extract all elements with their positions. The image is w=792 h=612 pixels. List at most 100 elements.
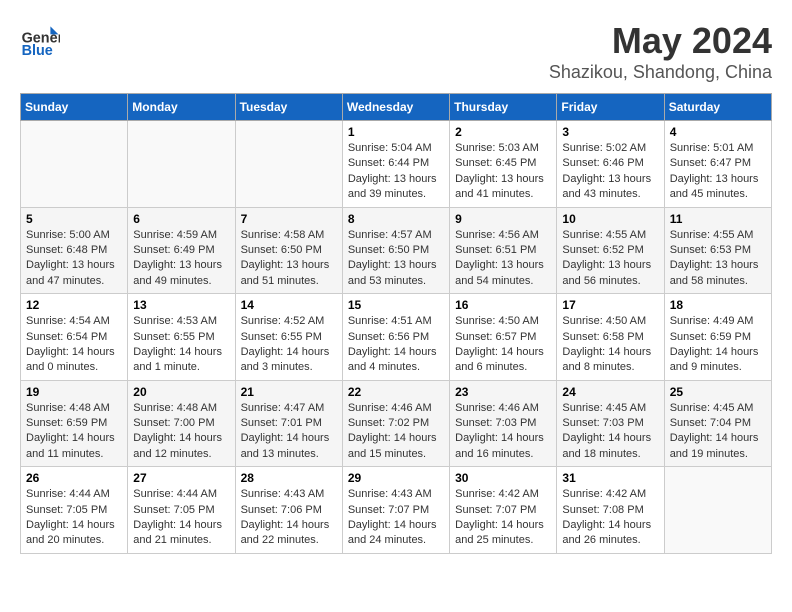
day-info: Sunrise: 4:48 AM Sunset: 7:00 PM Dayligh… xyxy=(133,401,229,463)
day-info: Sunrise: 4:46 AM Sunset: 7:03 PM Dayligh… xyxy=(455,401,551,463)
day-number: 5 xyxy=(26,212,122,226)
day-number: 21 xyxy=(241,385,337,399)
day-number: 15 xyxy=(348,298,444,312)
calendar-cell xyxy=(128,121,235,208)
day-of-week-header: Wednesday xyxy=(342,94,449,121)
day-number: 3 xyxy=(562,125,658,139)
day-info: Sunrise: 4:44 AM Sunset: 7:05 PM Dayligh… xyxy=(133,487,229,549)
day-of-week-header: Thursday xyxy=(450,94,557,121)
day-number: 26 xyxy=(26,471,122,485)
calendar-cell: 12 Sunrise: 4:54 AM Sunset: 6:54 PM Dayli… xyxy=(21,294,128,381)
calendar-cell: 29 Sunrise: 4:43 AM Sunset: 7:07 PM Dayli… xyxy=(342,467,449,554)
day-info: Sunrise: 4:54 AM Sunset: 6:54 PM Dayligh… xyxy=(26,314,122,376)
day-number: 23 xyxy=(455,385,551,399)
calendar-cell xyxy=(664,467,771,554)
day-info: Sunrise: 4:49 AM Sunset: 6:59 PM Dayligh… xyxy=(670,314,766,376)
day-info: Sunrise: 4:42 AM Sunset: 7:08 PM Dayligh… xyxy=(562,487,658,549)
day-info: Sunrise: 4:42 AM Sunset: 7:07 PM Dayligh… xyxy=(455,487,551,549)
day-number: 30 xyxy=(455,471,551,485)
day-number: 1 xyxy=(348,125,444,139)
calendar-week-row: 5 Sunrise: 5:00 AM Sunset: 6:48 PM Daylig… xyxy=(21,207,772,294)
day-number: 22 xyxy=(348,385,444,399)
svg-text:Blue: Blue xyxy=(22,43,53,59)
day-number: 8 xyxy=(348,212,444,226)
calendar-cell: 18 Sunrise: 4:49 AM Sunset: 6:59 PM Dayli… xyxy=(664,294,771,381)
day-number: 6 xyxy=(133,212,229,226)
calendar-cell: 22 Sunrise: 4:46 AM Sunset: 7:02 PM Dayli… xyxy=(342,380,449,467)
calendar-cell xyxy=(235,121,342,208)
day-number: 16 xyxy=(455,298,551,312)
days-of-week-row: SundayMondayTuesdayWednesdayThursdayFrid… xyxy=(21,94,772,121)
day-number: 29 xyxy=(348,471,444,485)
day-number: 12 xyxy=(26,298,122,312)
calendar-cell: 14Sunrise: 4:52 AM Sunset: 6:55 PM Dayli… xyxy=(235,294,342,381)
day-info: Sunrise: 4:47 AM Sunset: 7:01 PM Dayligh… xyxy=(241,401,337,463)
calendar-body: 1Sunrise: 5:04 AM Sunset: 6:44 PM Daylig… xyxy=(21,121,772,554)
calendar-week-row: 19Sunrise: 4:48 AM Sunset: 6:59 PM Dayli… xyxy=(21,380,772,467)
calendar-cell: 16 Sunrise: 4:50 AM Sunset: 6:57 PM Dayli… xyxy=(450,294,557,381)
day-info: Sunrise: 4:43 AM Sunset: 7:06 PM Dayligh… xyxy=(241,487,337,549)
calendar-cell: 25 Sunrise: 4:45 AM Sunset: 7:04 PM Dayli… xyxy=(664,380,771,467)
day-number: 31 xyxy=(562,471,658,485)
calendar-cell: 19Sunrise: 4:48 AM Sunset: 6:59 PM Dayli… xyxy=(21,380,128,467)
calendar-cell: 2Sunrise: 5:03 AM Sunset: 6:45 PM Daylig… xyxy=(450,121,557,208)
calendar-cell: 4Sunrise: 5:01 AM Sunset: 6:47 PM Daylig… xyxy=(664,121,771,208)
page-header: General Blue May 2024 Shazikou, Shandong… xyxy=(20,20,772,83)
day-info: Sunrise: 4:50 AM Sunset: 6:58 PM Dayligh… xyxy=(562,314,658,376)
day-number: 24 xyxy=(562,385,658,399)
logo: General Blue xyxy=(20,20,64,60)
day-info: Sunrise: 4:50 AM Sunset: 6:57 PM Dayligh… xyxy=(455,314,551,376)
calendar-cell: 11 Sunrise: 4:55 AM Sunset: 6:53 PM Dayli… xyxy=(664,207,771,294)
day-number: 17 xyxy=(562,298,658,312)
day-number: 11 xyxy=(670,212,766,226)
calendar-cell: 17 Sunrise: 4:50 AM Sunset: 6:58 PM Dayli… xyxy=(557,294,664,381)
day-info: Sunrise: 4:44 AM Sunset: 7:05 PM Dayligh… xyxy=(26,487,122,549)
day-number: 13 xyxy=(133,298,229,312)
calendar-cell: 24Sunrise: 4:45 AM Sunset: 7:03 PM Dayli… xyxy=(557,380,664,467)
calendar-cell: 28 Sunrise: 4:43 AM Sunset: 7:06 PM Dayli… xyxy=(235,467,342,554)
calendar-table: SundayMondayTuesdayWednesdayThursdayFrid… xyxy=(20,93,772,554)
day-info: Sunrise: 4:58 AM Sunset: 6:50 PM Dayligh… xyxy=(241,228,337,290)
day-number: 10 xyxy=(562,212,658,226)
day-info: Sunrise: 4:51 AM Sunset: 6:56 PM Dayligh… xyxy=(348,314,444,376)
day-info: Sunrise: 4:53 AM Sunset: 6:55 PM Dayligh… xyxy=(133,314,229,376)
day-number: 9 xyxy=(455,212,551,226)
calendar-cell: 13 Sunrise: 4:53 AM Sunset: 6:55 PM Dayli… xyxy=(128,294,235,381)
main-title: May 2024 xyxy=(549,20,772,62)
calendar-cell: 20 Sunrise: 4:48 AM Sunset: 7:00 PM Dayli… xyxy=(128,380,235,467)
day-of-week-header: Saturday xyxy=(664,94,771,121)
day-info: Sunrise: 4:56 AM Sunset: 6:51 PM Dayligh… xyxy=(455,228,551,290)
calendar-week-row: 26 Sunrise: 4:44 AM Sunset: 7:05 PM Dayli… xyxy=(21,467,772,554)
day-info: Sunrise: 5:02 AM Sunset: 6:46 PM Dayligh… xyxy=(562,141,658,203)
sub-title: Shazikou, Shandong, China xyxy=(549,62,772,83)
day-of-week-header: Monday xyxy=(128,94,235,121)
day-info: Sunrise: 4:48 AM Sunset: 6:59 PM Dayligh… xyxy=(26,401,122,463)
calendar-cell: 31 Sunrise: 4:42 AM Sunset: 7:08 PM Dayli… xyxy=(557,467,664,554)
calendar-cell: 15 Sunrise: 4:51 AM Sunset: 6:56 PM Dayli… xyxy=(342,294,449,381)
day-number: 14 xyxy=(241,298,337,312)
calendar-cell: 6Sunrise: 4:59 AM Sunset: 6:49 PM Daylig… xyxy=(128,207,235,294)
day-number: 20 xyxy=(133,385,229,399)
day-info: Sunrise: 4:55 AM Sunset: 6:53 PM Dayligh… xyxy=(670,228,766,290)
logo-icon: General Blue xyxy=(20,20,60,60)
calendar-cell: 8 Sunrise: 4:57 AM Sunset: 6:50 PM Daylig… xyxy=(342,207,449,294)
day-number: 18 xyxy=(670,298,766,312)
day-info: Sunrise: 4:46 AM Sunset: 7:02 PM Dayligh… xyxy=(348,401,444,463)
day-of-week-header: Tuesday xyxy=(235,94,342,121)
title-block: May 2024 Shazikou, Shandong, China xyxy=(549,20,772,83)
day-number: 7 xyxy=(241,212,337,226)
calendar-cell: 9 Sunrise: 4:56 AM Sunset: 6:51 PM Daylig… xyxy=(450,207,557,294)
calendar-cell xyxy=(21,121,128,208)
day-number: 28 xyxy=(241,471,337,485)
calendar-cell: 23 Sunrise: 4:46 AM Sunset: 7:03 PM Dayli… xyxy=(450,380,557,467)
day-info: Sunrise: 5:01 AM Sunset: 6:47 PM Dayligh… xyxy=(670,141,766,203)
calendar-week-row: 12 Sunrise: 4:54 AM Sunset: 6:54 PM Dayli… xyxy=(21,294,772,381)
day-number: 27 xyxy=(133,471,229,485)
day-number: 25 xyxy=(670,385,766,399)
day-info: Sunrise: 4:57 AM Sunset: 6:50 PM Dayligh… xyxy=(348,228,444,290)
calendar-cell: 7 Sunrise: 4:58 AM Sunset: 6:50 PM Daylig… xyxy=(235,207,342,294)
day-of-week-header: Friday xyxy=(557,94,664,121)
day-info: Sunrise: 5:00 AM Sunset: 6:48 PM Dayligh… xyxy=(26,228,122,290)
day-info: Sunrise: 4:43 AM Sunset: 7:07 PM Dayligh… xyxy=(348,487,444,549)
day-info: Sunrise: 4:45 AM Sunset: 7:04 PM Dayligh… xyxy=(670,401,766,463)
